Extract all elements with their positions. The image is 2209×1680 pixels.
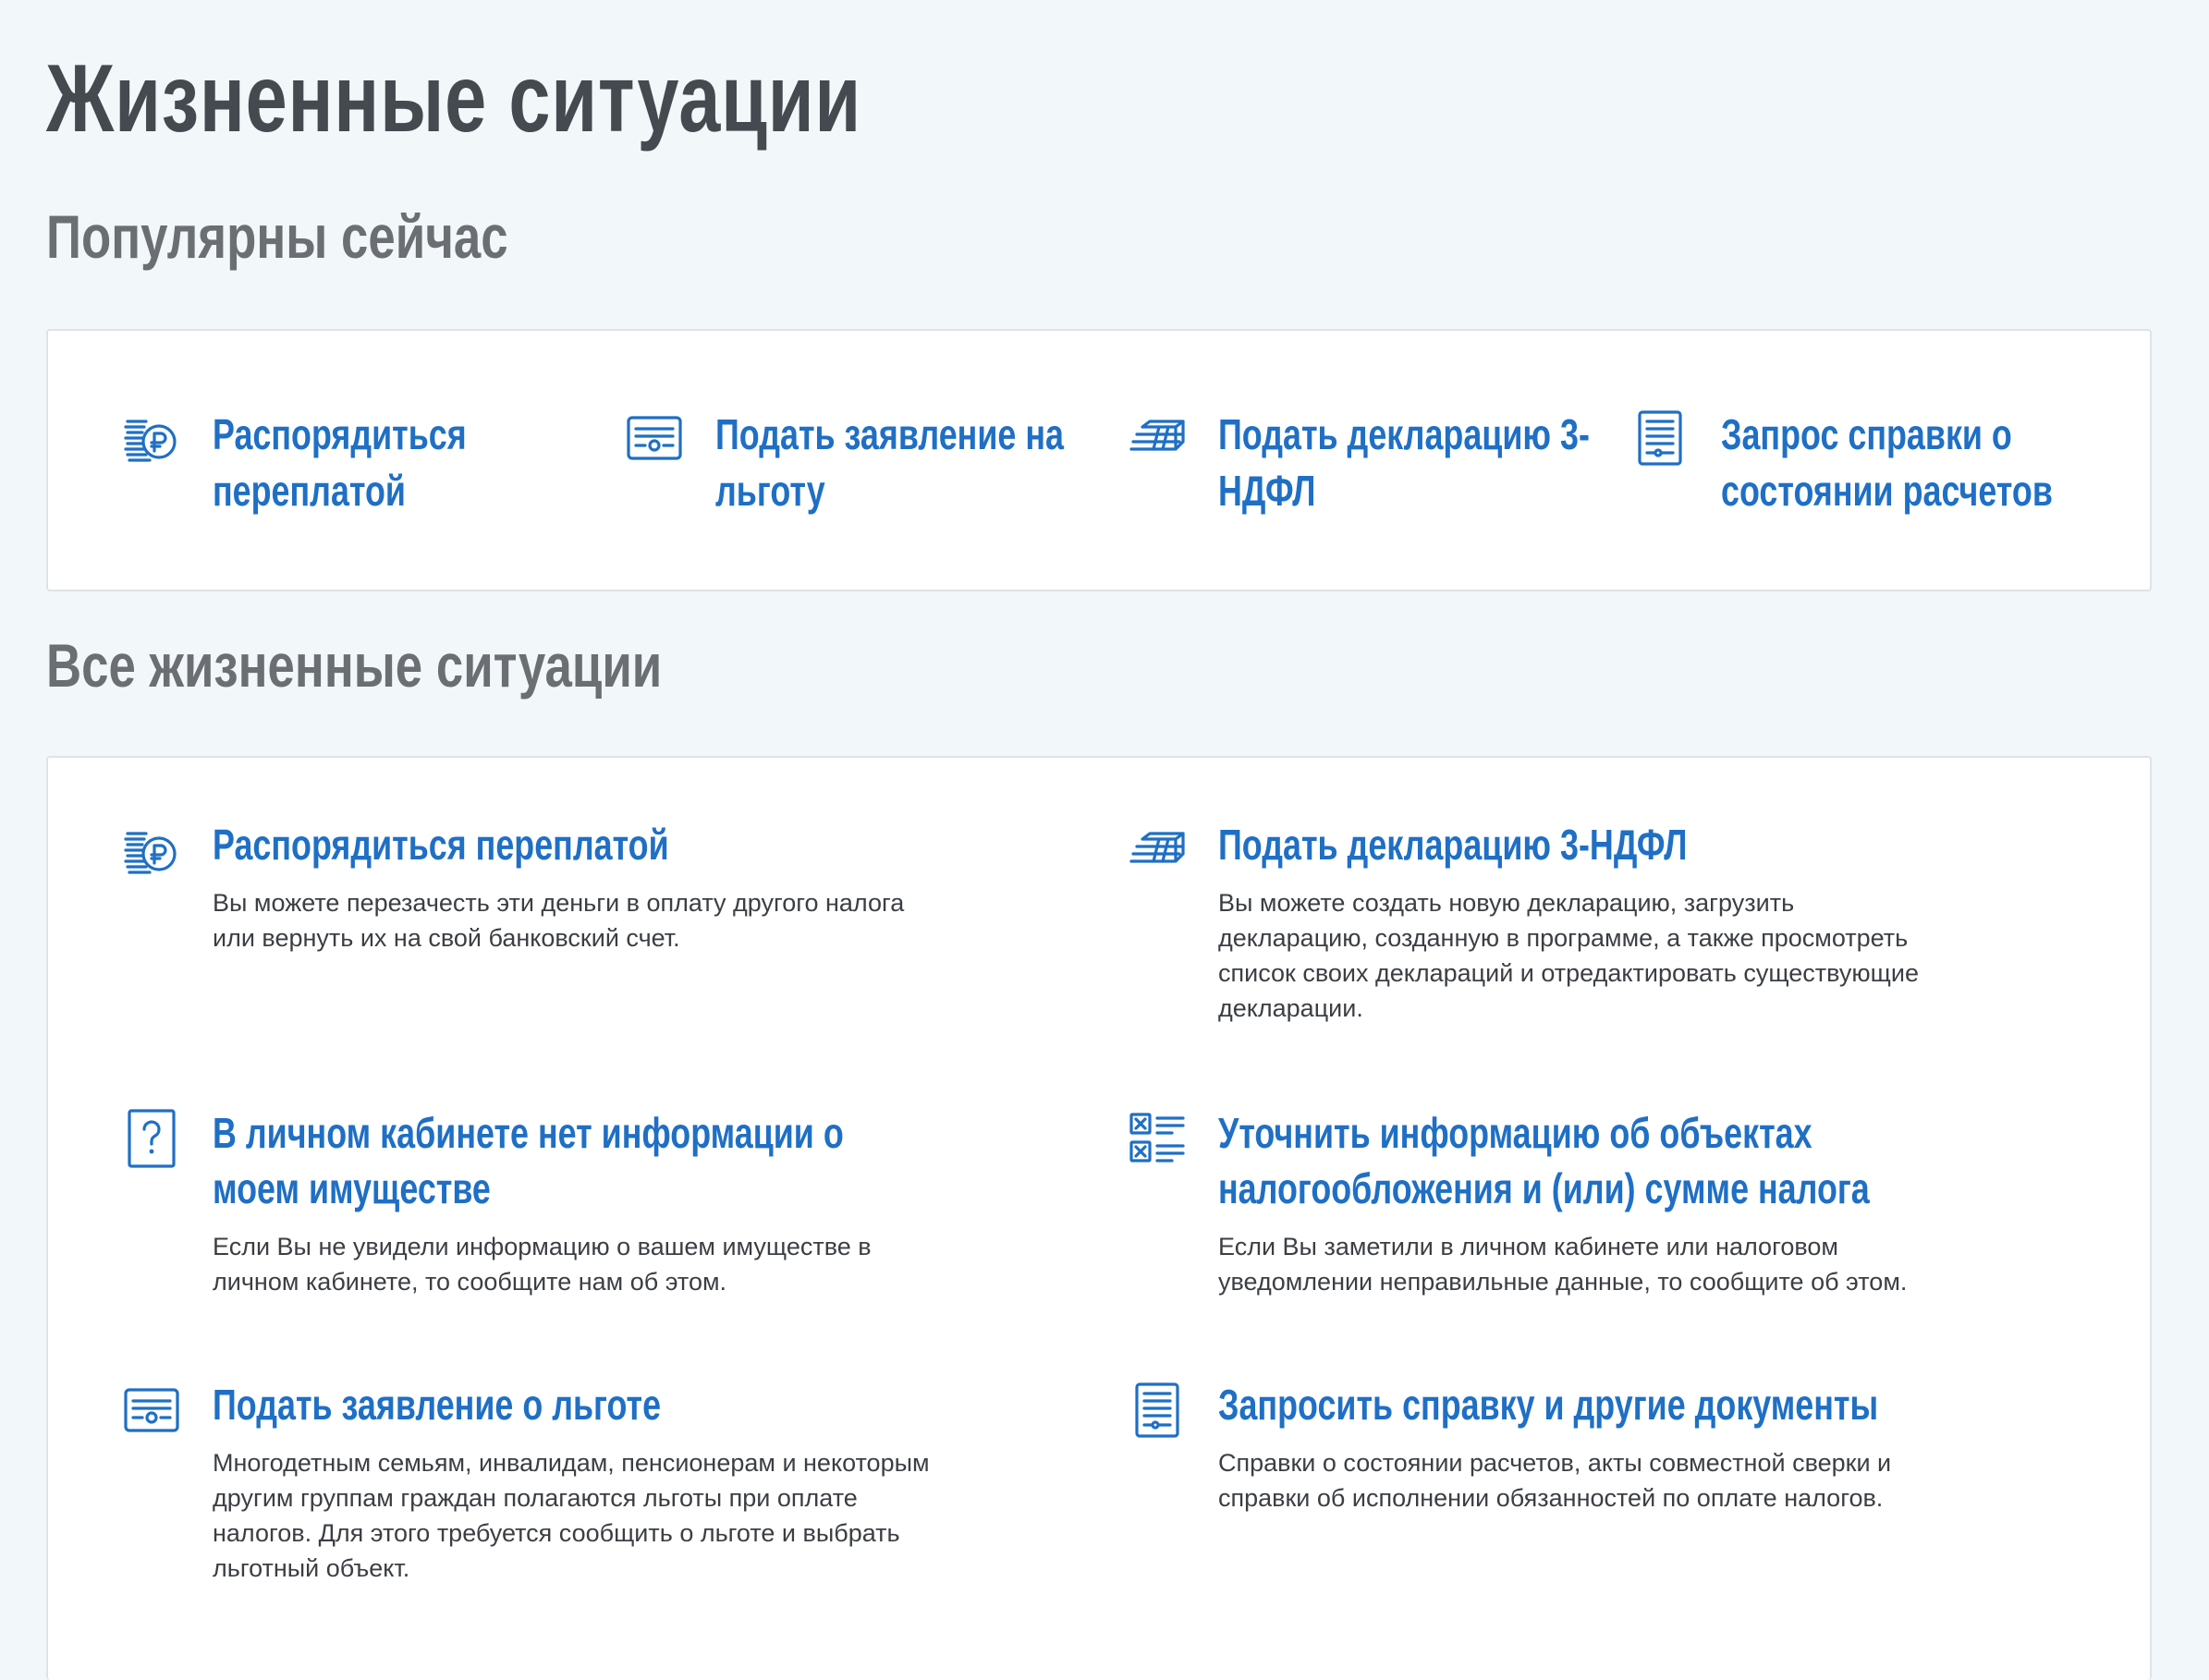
situation-description: Вы можете создать новую декларацию, загр…	[1218, 889, 1919, 1022]
situation-title[interactable]: Подать заявление о льготе	[213, 1377, 934, 1432]
situation-description: Вы можете перезачесть эти деньги в оплат…	[213, 889, 905, 952]
document-stack-icon	[1129, 832, 1185, 863]
situation-description: Справки о состоянии расчетов, акты совме…	[1218, 1449, 1892, 1512]
situation-item-overpayment[interactable]: Распорядиться переплатой Вы можете перез…	[122, 817, 954, 1002]
popular-card: Распорядиться переплатой Подать заявлени…	[46, 329, 2152, 591]
situation-item-missing-property[interactable]: В личном кабинете нет информации о моем …	[122, 1105, 954, 1318]
ruble-coin-icon	[124, 420, 177, 462]
question-document-icon	[128, 1109, 176, 1168]
certificate-icon	[124, 1388, 179, 1432]
situation-title[interactable]: Подать декларацию 3-НДФЛ	[1218, 817, 1939, 872]
situation-item-benefit-application[interactable]: Подать заявление о льготе Многодетным се…	[122, 1377, 954, 1617]
popular-item-overpayment[interactable]: Распорядиться переплатой	[122, 407, 584, 536]
popular-item-declaration[interactable]: Подать декларацию 3-НДФЛ	[1128, 407, 1590, 536]
popular-item-label[interactable]: Распорядиться переплатой	[213, 407, 616, 519]
popular-item-label[interactable]: Подать декларацию 3-НДФЛ	[1218, 407, 1622, 519]
checklist-icon	[1129, 1113, 1185, 1163]
situation-title[interactable]: Запросить справку и другие документы	[1218, 1377, 1939, 1432]
situation-description: Если Вы заметили в личном кабинете или н…	[1218, 1233, 1908, 1296]
document-list-icon	[1638, 410, 1682, 466]
certificate-icon	[627, 416, 682, 460]
popular-item-certificate-request[interactable]: Запрос справки о состоянии расчетов	[1630, 407, 2093, 536]
situation-title[interactable]: Распорядиться переплатой	[213, 817, 934, 872]
page-title: Жизненные ситуации	[46, 45, 862, 152]
document-stack-icon	[1129, 420, 1185, 451]
situation-description: Если Вы не увидели информацию о вашем им…	[213, 1233, 872, 1296]
all-section-title: Все жизненные ситуации	[46, 631, 663, 700]
situation-item-request-documents[interactable]: Запросить справку и другие документы Спр…	[1128, 1377, 1959, 1562]
situation-description: Многодетным семьям, инвалидам, пенсионер…	[213, 1449, 930, 1582]
situation-title[interactable]: Уточнить информацию об объектах налогооб…	[1218, 1105, 1939, 1216]
popular-section-title: Популярны сейчас	[46, 202, 508, 271]
popular-item-benefit[interactable]: Подать заявление на льготу	[625, 407, 1087, 536]
situation-item-declaration[interactable]: Подать декларацию 3-НДФЛ Вы можете созда…	[1128, 817, 1959, 1039]
all-situations-card: Распорядиться переплатой Вы можете перез…	[46, 756, 2152, 1680]
situation-title[interactable]: В личном кабинете нет информации о моем …	[213, 1105, 934, 1216]
ruble-coin-icon	[124, 832, 177, 874]
popular-item-label[interactable]: Запрос справки о состоянии расчетов	[1721, 407, 2125, 519]
popular-item-label[interactable]: Подать заявление на льготу	[715, 407, 1119, 519]
situation-item-clarify-info[interactable]: Уточнить информацию об объектах налогооб…	[1128, 1105, 1959, 1318]
document-list-icon	[1135, 1382, 1179, 1438]
